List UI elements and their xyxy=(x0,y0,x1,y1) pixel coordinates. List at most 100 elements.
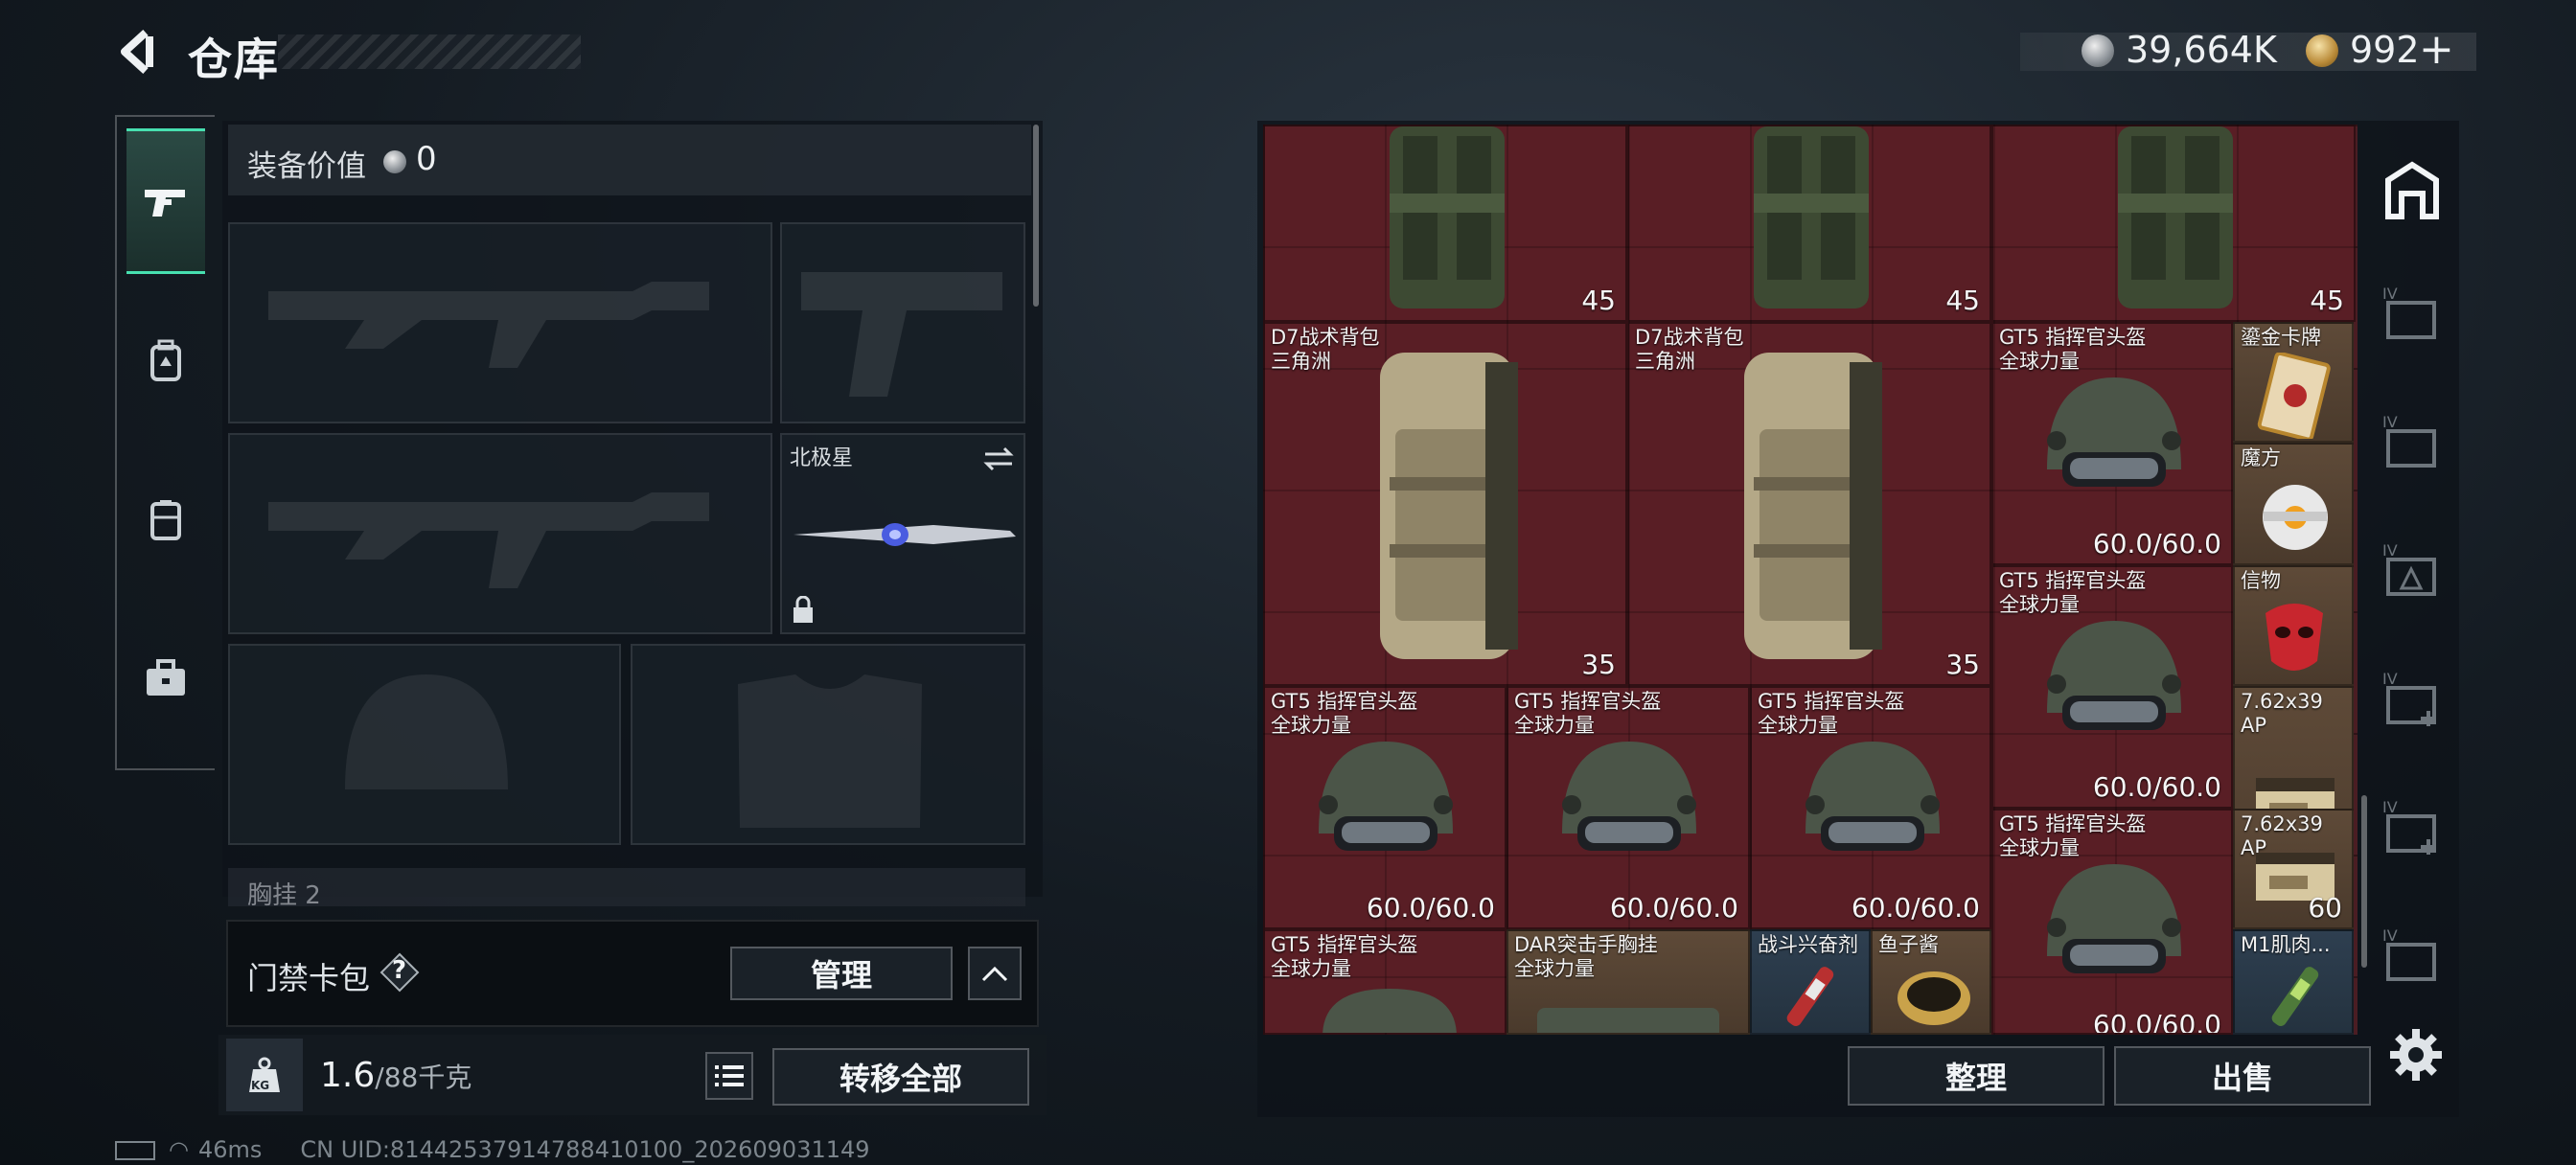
helmet-item-icon xyxy=(1319,742,1453,851)
helmet-item-icon xyxy=(2047,621,2181,730)
stash-tab-6[interactable]: IV xyxy=(2380,925,2444,989)
ping-text: 46ms xyxy=(197,1136,263,1163)
stash-item[interactable]: D7战术背包 三角洲 35 xyxy=(1627,322,1991,686)
item-name: 7.62x39 AP xyxy=(2241,690,2323,737)
pistol-icon xyxy=(145,190,185,217)
pistol-silhouette-icon xyxy=(801,272,1002,397)
equipment-scrollbar[interactable] xyxy=(1033,125,1039,307)
stash-item[interactable]: 45 xyxy=(1991,125,2356,322)
primary-weapon-slot[interactable] xyxy=(228,222,772,423)
stash-item[interactable]: 7.62x39 AP 60 xyxy=(2233,809,2354,929)
briefcase-icon xyxy=(147,659,185,696)
stash-item[interactable]: GT5 指挥官头盔 全球力量 xyxy=(1263,929,1506,1035)
stash-tab-label: IV xyxy=(2382,670,2398,688)
sort-button[interactable]: 整理 xyxy=(1848,1046,2104,1106)
secondary-weapon-slot[interactable] xyxy=(228,433,772,634)
weight-icon: KG xyxy=(226,1039,303,1111)
stash-item[interactable]: GT5 指挥官头盔 全球力量 60.0/60.0 xyxy=(1263,686,1506,929)
stash-item[interactable]: 战斗兴奋剂 xyxy=(1750,929,1871,1035)
item-count: 60 xyxy=(2308,892,2342,924)
uid-text: CN UID:81442537914788410100_202609031149 xyxy=(300,1136,870,1163)
item-count: 60.0/60.0 xyxy=(1366,892,1495,924)
sidearm-slot[interactable] xyxy=(780,222,1025,423)
stash-tab-label: IV xyxy=(2382,285,2398,303)
tactical-backpack-icon xyxy=(1744,353,1882,659)
item-name: 鱼子酱 xyxy=(1878,933,1939,956)
item-count: 60.0/60.0 xyxy=(2092,1009,2221,1035)
rifle-silhouette-icon xyxy=(268,282,709,368)
backpack-icon xyxy=(150,339,181,381)
stash-item[interactable]: 魔方 xyxy=(2233,443,2354,565)
backpack-item-icon xyxy=(2118,126,2233,308)
stash-tab-label: IV xyxy=(2382,541,2398,560)
gold-coin-icon xyxy=(2306,34,2338,67)
item-name: 鎏金卡牌 xyxy=(2241,326,2321,349)
tactical-backpack-icon xyxy=(1380,353,1518,659)
item-count: 45 xyxy=(1581,285,1616,316)
kg-badge: KG xyxy=(251,1079,270,1092)
chest-rig-label: 胸挂 2 xyxy=(247,881,321,910)
chest-rig-row[interactable] xyxy=(228,868,1025,906)
helmet-item-icon xyxy=(2047,377,2181,487)
stash-item[interactable]: 45 xyxy=(1263,125,1627,322)
melee-slot-name: 北极星 xyxy=(790,446,854,470)
carry-weight: 1.6/88千克 xyxy=(320,1056,472,1095)
stash-scrollbar[interactable] xyxy=(2361,795,2367,968)
collapse-button[interactable] xyxy=(968,947,1022,1000)
stash-item[interactable]: GT5 指挥官头盔 全球力量 60.0/60.0 xyxy=(1991,809,2233,1035)
wifi-icon: ◠ xyxy=(169,1136,189,1163)
stash-tab-3[interactable]: IV xyxy=(2380,540,2444,604)
back-arrow-icon[interactable] xyxy=(113,27,163,77)
injector-icon xyxy=(2271,967,2319,1026)
stash-item[interactable]: DAR突击手胸挂 全球力量 xyxy=(1506,929,1750,1035)
stash-item[interactable]: GT5 指挥官头盔 全球力量 60.0/60.0 xyxy=(1506,686,1750,929)
helmet-slot[interactable] xyxy=(228,644,621,845)
gold-card-icon xyxy=(2257,353,2331,439)
transfer-all-button[interactable]: 转移全部 xyxy=(772,1048,1029,1106)
stash-item[interactable]: 信物 xyxy=(2233,565,2354,686)
stash-tabs: IV IV IV IV IV IV xyxy=(2369,125,2455,1035)
stash-item[interactable]: D7战术背包 三角洲 35 xyxy=(1263,322,1627,686)
chevron-up-icon xyxy=(981,966,1008,982)
item-count: 60.0/60.0 xyxy=(1609,892,1738,924)
stash-item[interactable]: GT5 指挥官头盔 全球力量 60.0/60.0 xyxy=(1991,322,2233,565)
list-icon xyxy=(715,1065,744,1086)
add-currency-button[interactable]: + xyxy=(2419,25,2454,74)
item-count: 45 xyxy=(2310,285,2344,316)
item-count: 60.0/60.0 xyxy=(2092,771,2221,803)
manage-button[interactable]: 管理 xyxy=(730,947,953,1000)
stash-item[interactable]: 鱼子酱 xyxy=(1871,929,1991,1035)
item-name: 魔方 xyxy=(2241,446,2281,469)
equipment-value: 0 xyxy=(416,140,437,178)
help-icon[interactable]: ? xyxy=(380,952,420,993)
stash-item[interactable]: 鎏金卡牌 xyxy=(2233,322,2354,443)
tab-backpack[interactable] xyxy=(126,287,205,433)
stash-tab-5[interactable]: IV xyxy=(2380,797,2444,860)
lock-icon xyxy=(794,596,813,623)
stash-item[interactable]: GT5 指挥官头盔 全球力量 60.0/60.0 xyxy=(1991,565,2233,809)
tab-weapons[interactable] xyxy=(126,128,205,274)
melee-slot[interactable]: 北极星 xyxy=(780,433,1025,634)
red-mask-icon xyxy=(2266,604,2323,671)
armor-slot[interactable] xyxy=(631,644,1025,845)
gold-amount: 992 xyxy=(2350,29,2420,71)
stash-item[interactable]: 45 xyxy=(1627,125,1991,322)
vest-silhouette-icon xyxy=(738,674,922,828)
sell-button[interactable]: 出售 xyxy=(2114,1046,2371,1106)
tab-armor[interactable] xyxy=(126,446,205,592)
tab-toolbox[interactable] xyxy=(126,605,205,751)
helmet-item-icon xyxy=(1322,989,1457,1033)
backpack-item-icon xyxy=(1754,126,1869,308)
stash-tab-4[interactable]: IV xyxy=(2380,669,2444,732)
item-name: M1肌肉... xyxy=(2241,933,2331,956)
gear-icon[interactable] xyxy=(2386,1025,2446,1085)
stash-item[interactable]: GT5 指挥官头盔 全球力量 60.0/60.0 xyxy=(1750,686,1991,929)
stash-home-tab[interactable] xyxy=(2380,159,2444,222)
knife-icon xyxy=(794,523,1016,546)
stash-tab-2[interactable]: IV xyxy=(2380,412,2444,475)
stash-item[interactable]: M1肌肉... xyxy=(2233,929,2354,1035)
swap-icon[interactable] xyxy=(981,445,1016,473)
item-count: 45 xyxy=(1945,285,1980,316)
list-view-button[interactable] xyxy=(705,1052,753,1100)
stash-tab-1[interactable]: IV xyxy=(2380,284,2444,347)
